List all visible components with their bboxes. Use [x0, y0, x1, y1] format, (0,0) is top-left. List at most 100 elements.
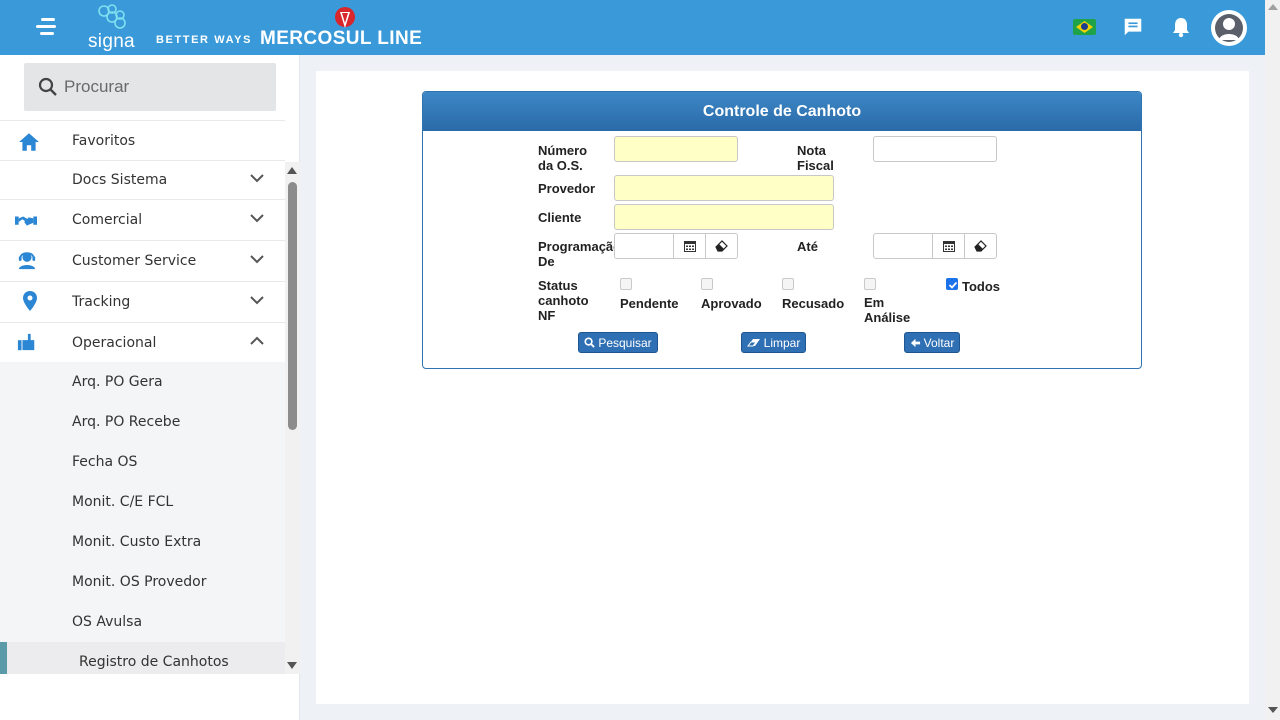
- sidebar-subitem-monit-custo-extra[interactable]: Monit. Custo Extra: [0, 522, 285, 562]
- page-scroll-down-icon[interactable]: [1268, 707, 1278, 713]
- sidebar-scroll-down-icon[interactable]: [287, 662, 297, 669]
- sidebar-item-label: Customer Service: [72, 253, 197, 269]
- recusado-label: Recusado: [782, 296, 845, 311]
- user-icon: [1212, 11, 1246, 45]
- em-analise-label-line2: Análise: [864, 310, 911, 325]
- eraser-icon: [746, 338, 760, 346]
- voltar-button-label: Voltar: [923, 335, 955, 350]
- sidebar-item-tracking[interactable]: Tracking: [0, 282, 285, 323]
- pendente-label: Pendente: [620, 296, 679, 311]
- sidebar-subitem-label: Monit. C/E FCL: [72, 494, 174, 510]
- signa-wordmark: signa: [88, 31, 135, 52]
- panel-title: Controle de Canhoto: [702, 103, 862, 120]
- controle-canhoto-panel: Controle de Canhoto: [422, 91, 1142, 369]
- calendar-icon: [684, 241, 696, 252]
- sidebar-subitem-arq-po-gera[interactable]: Arq. PO Gera: [0, 362, 285, 402]
- signa-knot-icon: [98, 4, 126, 29]
- clear-date-button[interactable]: [964, 234, 996, 258]
- sidebar-subitem-label: OS Avulsa: [72, 614, 143, 630]
- chevron-up-icon: [250, 336, 264, 345]
- mercosul-logo-icon: [335, 7, 355, 28]
- calendar-button[interactable]: [673, 234, 705, 258]
- location-pin-icon: [23, 291, 37, 311]
- menu-toggle-icon[interactable]: [36, 15, 60, 39]
- pesquisar-button-label: Pesquisar: [598, 335, 652, 350]
- calendar-icon: [943, 241, 955, 252]
- programacao-label-line1: Programação: [538, 239, 614, 254]
- home-icon: [19, 133, 39, 151]
- page-scrollbar[interactable]: [1265, 0, 1280, 720]
- sidebar-scroll-up-icon[interactable]: [287, 167, 297, 174]
- brand-tagline: BETTER WAYS: [156, 34, 253, 46]
- status-label-line2: canhoto: [538, 293, 589, 308]
- em-analise-label-line1: Em: [864, 295, 885, 310]
- programacao-label: Programação De: [538, 239, 614, 269]
- panel-header: Controle de Canhoto: [423, 92, 1141, 131]
- sidebar-item-label: Comercial: [72, 212, 143, 228]
- sidebar-subitem-label: Arq. PO Recebe: [72, 414, 181, 430]
- search-input[interactable]: [64, 73, 264, 101]
- sidebar-subitem-registro-de-canhotos[interactable]: Registro de Canhotos: [0, 642, 285, 674]
- signa-logo: signa: [88, 4, 138, 52]
- nota-fiscal-input[interactable]: [873, 136, 997, 162]
- bell-icon[interactable]: [1171, 16, 1191, 38]
- sidebar-footer: [0, 674, 299, 720]
- user-avatar[interactable]: [1211, 10, 1247, 46]
- sidebar-subitem-monit-ce-fcl[interactable]: Monit. C/E FCL: [0, 482, 285, 522]
- company-name: MERCOSUL LINE: [260, 28, 423, 49]
- sidebar-search[interactable]: [24, 63, 276, 111]
- sidebar-item-label: Docs Sistema: [72, 172, 168, 188]
- ate-label: Até: [797, 239, 818, 254]
- chevron-down-icon: [250, 214, 264, 223]
- sidebar-subitem-os-avulsa[interactable]: OS Avulsa: [0, 602, 285, 642]
- search-icon: [38, 77, 57, 96]
- aprovado-checkbox[interactable]: [701, 278, 713, 290]
- numero-os-input[interactable]: [614, 136, 738, 162]
- page-scroll-up-icon[interactable]: [1268, 4, 1278, 10]
- em-analise-checkbox[interactable]: [864, 278, 876, 290]
- limpar-button[interactable]: Limpar: [741, 332, 806, 353]
- sidebar: Favoritos Docs Sistema Comercial Custome…: [0, 55, 300, 720]
- todos-checkbox[interactable]: [946, 278, 958, 290]
- ate-date-field[interactable]: [873, 233, 997, 259]
- status-label-line1: Status: [538, 278, 578, 293]
- sidebar-item-favoritos[interactable]: Favoritos: [0, 120, 285, 161]
- sidebar-subitem-arq-po-recebe[interactable]: Arq. PO Recebe: [0, 402, 285, 442]
- sidebar-subitem-label: Monit. OS Provedor: [72, 574, 207, 590]
- numero-os-label-line2: da O.S.: [538, 158, 583, 173]
- sidebar-subitem-label: Monit. Custo Extra: [72, 534, 202, 550]
- sidebar-item-customer-service[interactable]: Customer Service: [0, 241, 285, 282]
- sidebar-item-label: Tracking: [72, 294, 131, 310]
- sidebar-item-label: Operacional: [72, 335, 157, 351]
- top-bar: signa BETTER WAYS MERCOSUL LINE: [0, 0, 1265, 55]
- eraser-icon: [715, 240, 728, 252]
- programacao-de-date-field[interactable]: [614, 233, 738, 259]
- cliente-input[interactable]: [614, 204, 834, 230]
- chevron-down-icon: [250, 174, 264, 183]
- pesquisar-button[interactable]: Pesquisar: [578, 332, 658, 353]
- sidebar-subitem-fecha-os[interactable]: Fecha OS: [0, 442, 285, 482]
- brazil-flag-icon[interactable]: [1073, 19, 1096, 35]
- sidebar-item-label: Favoritos: [72, 133, 136, 149]
- numero-os-label-line1: Número: [538, 143, 588, 158]
- calendar-button[interactable]: [932, 234, 964, 258]
- aprovado-label: Aprovado: [701, 296, 762, 311]
- handshake-icon: [15, 216, 37, 226]
- provedor-input[interactable]: [614, 175, 834, 201]
- pendente-checkbox[interactable]: [620, 278, 632, 290]
- sidebar-item-docs-sistema[interactable]: Docs Sistema: [0, 160, 285, 200]
- sidebar-item-comercial[interactable]: Comercial: [0, 200, 285, 241]
- cliente-label: Cliente: [538, 210, 582, 225]
- sidebar-scroll-thumb[interactable]: [288, 182, 297, 430]
- voltar-button[interactable]: Voltar: [904, 332, 960, 353]
- sidebar-item-operacional[interactable]: Operacional: [0, 323, 285, 364]
- clear-date-button[interactable]: [705, 234, 737, 258]
- nota-fiscal-label: Nota Fiscal: [797, 143, 834, 173]
- nota-fiscal-label-line2: Fiscal: [797, 158, 834, 173]
- recusado-checkbox[interactable]: [782, 278, 794, 290]
- programacao-label-line2: De: [538, 254, 555, 269]
- sidebar-subitem-monit-os-provedor[interactable]: Monit. OS Provedor: [0, 562, 285, 602]
- provedor-label: Provedor: [538, 181, 596, 196]
- chat-icon[interactable]: [1122, 16, 1144, 38]
- sidebar-subitem-label: Arq. PO Gera: [72, 374, 163, 390]
